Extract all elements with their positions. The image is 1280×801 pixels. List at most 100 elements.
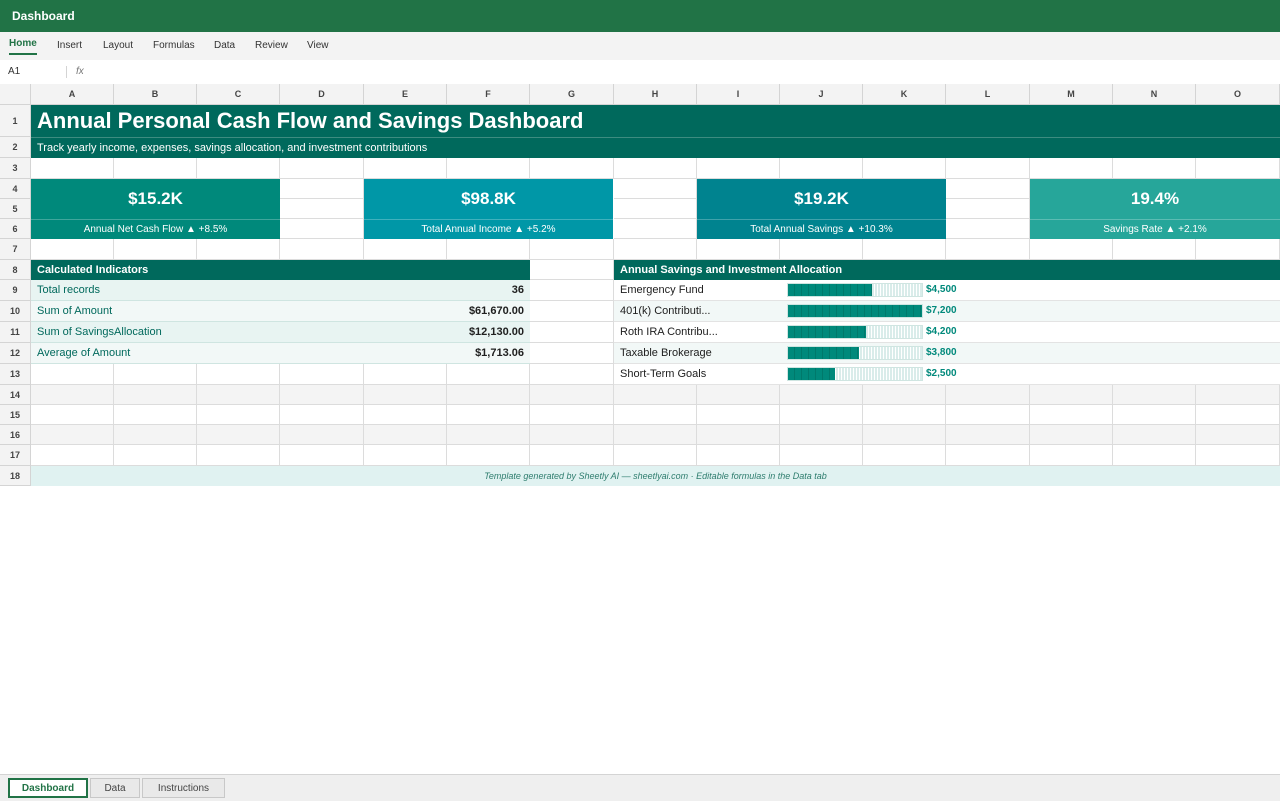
grid-cell[interactable]: [197, 425, 280, 445]
grid-cell[interactable]: [1196, 405, 1280, 425]
grid-cell[interactable]: [530, 385, 614, 405]
grid-cell[interactable]: [614, 219, 697, 239]
sheet-tab-data[interactable]: Data: [90, 778, 140, 798]
column-header[interactable]: I: [697, 84, 780, 105]
grid-cell[interactable]: [863, 445, 946, 466]
name-box[interactable]: A1: [8, 66, 67, 78]
row-header[interactable]: 10: [0, 301, 31, 322]
grid-cell[interactable]: [1113, 425, 1196, 445]
tab-layout[interactable]: Layout: [103, 40, 133, 51]
grid-cell[interactable]: [280, 385, 364, 405]
grid-cell[interactable]: [697, 425, 780, 445]
grid-cell[interactable]: [447, 425, 530, 445]
grid-cell[interactable]: [946, 158, 1030, 179]
grid-cell[interactable]: [31, 239, 114, 260]
column-header[interactable]: A: [31, 84, 114, 105]
grid-cell[interactable]: [114, 445, 197, 466]
grid-cell[interactable]: [31, 385, 114, 405]
row-header[interactable]: 18: [0, 466, 31, 486]
grid-cell[interactable]: [280, 219, 364, 239]
column-header[interactable]: D: [280, 84, 364, 105]
grid-cell[interactable]: [280, 179, 364, 199]
grid-cell[interactable]: [364, 445, 447, 466]
grid-cell[interactable]: [280, 364, 364, 385]
grid-cell[interactable]: [1196, 385, 1280, 405]
grid-cell[interactable]: [530, 343, 614, 364]
tab-review[interactable]: Review: [255, 40, 288, 51]
grid-cell[interactable]: [114, 405, 197, 425]
grid-cell[interactable]: [114, 425, 197, 445]
grid-cell[interactable]: [364, 405, 447, 425]
grid-cell[interactable]: [280, 239, 364, 260]
grid-cell[interactable]: [863, 425, 946, 445]
grid-cell[interactable]: [197, 239, 280, 260]
grid-cell[interactable]: [780, 405, 863, 425]
grid-cell[interactable]: [1196, 445, 1280, 466]
column-header[interactable]: K: [863, 84, 946, 105]
grid-cell[interactable]: [114, 364, 197, 385]
grid-cell[interactable]: [614, 199, 697, 219]
row-header[interactable]: 16: [0, 425, 31, 445]
tab-insert[interactable]: Insert: [57, 40, 82, 51]
grid-cell[interactable]: [780, 239, 863, 260]
grid-cell[interactable]: [530, 280, 614, 301]
grid-cell[interactable]: [1030, 405, 1113, 425]
grid-cell[interactable]: [946, 425, 1030, 445]
sheet-tab-instructions[interactable]: Instructions: [142, 778, 225, 798]
grid-cell[interactable]: [114, 158, 197, 179]
grid-cell[interactable]: [614, 239, 697, 260]
grid-cell[interactable]: [614, 405, 697, 425]
tab-formulas[interactable]: Formulas: [153, 40, 195, 51]
grid-cell[interactable]: [780, 445, 863, 466]
grid-cell[interactable]: [364, 239, 447, 260]
grid-cell[interactable]: [280, 158, 364, 179]
grid-cell[interactable]: [863, 158, 946, 179]
row-header[interactable]: 17: [0, 445, 31, 466]
grid-cell[interactable]: [31, 158, 114, 179]
row-header[interactable]: 12: [0, 343, 31, 364]
row-header[interactable]: 2: [0, 137, 31, 158]
column-header[interactable]: G: [530, 84, 614, 105]
grid-cell[interactable]: [697, 385, 780, 405]
column-header[interactable]: M: [1030, 84, 1113, 105]
grid-cell[interactable]: [31, 405, 114, 425]
grid-cell[interactable]: [946, 385, 1030, 405]
grid-cell[interactable]: [1113, 405, 1196, 425]
grid-cell[interactable]: [1113, 239, 1196, 260]
grid-cell[interactable]: [863, 239, 946, 260]
grid-cell[interactable]: [1196, 158, 1280, 179]
grid-cell[interactable]: [946, 445, 1030, 466]
column-header[interactable]: O: [1196, 84, 1280, 105]
tab-home[interactable]: Home: [9, 38, 37, 55]
grid-cell[interactable]: [530, 301, 614, 322]
grid-cell[interactable]: [863, 405, 946, 425]
grid-cell[interactable]: [364, 158, 447, 179]
grid-cell[interactable]: [1030, 385, 1113, 405]
grid-cell[interactable]: [197, 364, 280, 385]
grid-cell[interactable]: [697, 445, 780, 466]
tab-data[interactable]: Data: [214, 40, 235, 51]
column-header[interactable]: E: [364, 84, 447, 105]
row-header[interactable]: 15: [0, 405, 31, 425]
grid-cell[interactable]: [1113, 445, 1196, 466]
row-header[interactable]: 6: [0, 219, 31, 239]
grid-cell[interactable]: [530, 158, 614, 179]
grid-cell[interactable]: [946, 199, 1030, 219]
grid-cell[interactable]: [946, 179, 1030, 199]
grid-cell[interactable]: [364, 425, 447, 445]
grid-cell[interactable]: [863, 385, 946, 405]
grid-cell[interactable]: [114, 385, 197, 405]
grid-cell[interactable]: [280, 405, 364, 425]
column-header[interactable]: J: [780, 84, 863, 105]
row-header[interactable]: 13: [0, 364, 31, 385]
row-header[interactable]: 5: [0, 199, 31, 219]
grid-cell[interactable]: [614, 425, 697, 445]
row-header[interactable]: 7: [0, 239, 31, 260]
grid-cell[interactable]: [1030, 425, 1113, 445]
row-header[interactable]: 3: [0, 158, 31, 179]
column-header[interactable]: B: [114, 84, 197, 105]
row-header[interactable]: 8: [0, 260, 31, 280]
grid-cell[interactable]: [447, 405, 530, 425]
row-header[interactable]: 11: [0, 322, 31, 343]
grid-cell[interactable]: [447, 158, 530, 179]
